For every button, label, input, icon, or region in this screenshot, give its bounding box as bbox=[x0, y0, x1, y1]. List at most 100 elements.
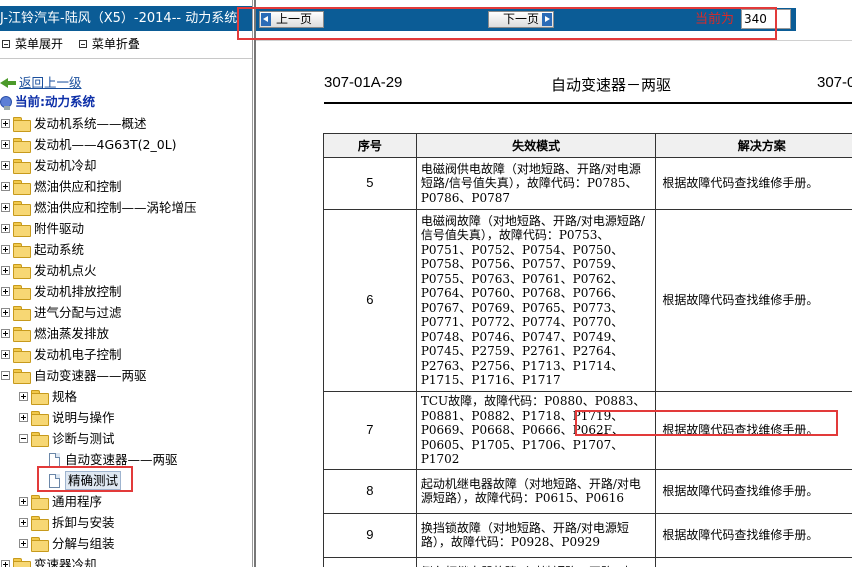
tree-item-label: 发动机点火 bbox=[34, 263, 97, 278]
next-page-label: 下一页 bbox=[503, 12, 540, 26]
current-page-label: 当前为 bbox=[695, 12, 735, 27]
table-row: 8 起动机继电器故障（对地短路、开路/对电源短路），故障代码：P0615、P061… bbox=[323, 468, 852, 514]
folder-icon bbox=[31, 432, 49, 447]
back-link-row[interactable]: 返回上一级 bbox=[0, 72, 82, 93]
expand-plus-icon[interactable] bbox=[1, 119, 10, 128]
page-toolbar: 上一页 下一页 当前为 bbox=[256, 8, 852, 31]
tree-item[interactable]: 发动机电子控制 bbox=[1, 344, 122, 365]
tree-item[interactable]: 自动变速器——两驱 bbox=[37, 449, 178, 470]
tree-item[interactable]: 规格 bbox=[19, 386, 77, 407]
arrow-left-icon bbox=[261, 13, 271, 26]
tree-item[interactable]: 燃油供应和控制 bbox=[1, 176, 122, 197]
tree-item-label: 分解与组装 bbox=[52, 536, 115, 551]
tree-item-label: 诊断与测试 bbox=[52, 431, 115, 446]
row-number: 7 bbox=[323, 391, 417, 470]
expand-menu-label: 菜单展开 bbox=[15, 37, 64, 51]
folder-icon bbox=[31, 516, 49, 531]
tree-item[interactable]: 发动机冷却 bbox=[1, 155, 97, 176]
page-number-input[interactable] bbox=[741, 9, 791, 29]
page-code-right: 307-0 bbox=[817, 74, 852, 91]
tree-item-label: 起动系统 bbox=[34, 242, 85, 257]
page-header: 307-01A-29 自动变速器－两驱 307-0 bbox=[324, 74, 852, 94]
tree-item[interactable]: 分解与组装 bbox=[19, 533, 115, 554]
tree-item[interactable]: 精确测试 bbox=[37, 470, 122, 491]
collapse-menu-button[interactable]: 菜单折叠 bbox=[77, 35, 140, 52]
failure-mode-cell: 起动机继电器故障（对地短路、开路/对电源短路），故障代码：P0615、P0616 bbox=[415, 468, 657, 514]
folder-icon bbox=[13, 327, 31, 342]
expand-plus-icon[interactable] bbox=[1, 287, 10, 296]
expand-plus-icon[interactable] bbox=[1, 140, 10, 149]
tree-item-label: 说明与操作 bbox=[52, 410, 115, 425]
tree-item-label: 燃油蒸发排放 bbox=[34, 326, 110, 341]
solution-cell: 根据故障代码查找维修手册。 bbox=[655, 468, 852, 514]
next-page-button[interactable]: 下一页 bbox=[488, 11, 554, 28]
previous-page-button[interactable]: 上一页 bbox=[259, 11, 324, 28]
tree-item[interactable]: 起动系统 bbox=[1, 239, 84, 260]
toolbar-blank-area bbox=[796, 8, 852, 31]
tree-item[interactable]: 附件驱动 bbox=[1, 218, 84, 239]
expand-plus-icon[interactable] bbox=[1, 161, 10, 170]
folder-icon bbox=[13, 138, 31, 153]
document-icon bbox=[49, 452, 60, 467]
tree-item-label: 发动机冷却 bbox=[34, 158, 97, 173]
expand-plus-icon[interactable] bbox=[1, 224, 10, 233]
row-number: 9 bbox=[323, 512, 417, 558]
folder-icon bbox=[13, 285, 31, 300]
collapse-minus-icon[interactable] bbox=[1, 371, 10, 380]
tree-item[interactable]: 诊断与测试 bbox=[19, 428, 115, 449]
tree-item-label: 精确测试 bbox=[65, 471, 122, 490]
row-number: 5 bbox=[323, 157, 417, 210]
table-row: 9 换挡锁故障（对地短路、开路/对电源短路），故障代码：P0928、P0929 根据… bbox=[323, 512, 852, 558]
table-row: 6 电磁阀故障（对地短路、开路/对电源短路/信号值失真），故障代码：P0753、P… bbox=[323, 209, 852, 392]
expand-plus-icon[interactable] bbox=[1, 560, 10, 567]
folder-icon bbox=[13, 306, 31, 321]
folder-icon bbox=[13, 264, 31, 279]
tree-item[interactable]: 拆卸与安装 bbox=[19, 512, 115, 533]
back-link[interactable]: 返回上一级 bbox=[19, 72, 82, 93]
expand-menu-button[interactable]: 菜单展开 bbox=[0, 35, 63, 52]
tree-item[interactable]: 发动机点火 bbox=[1, 260, 97, 281]
tree-item[interactable]: 发动机系统——概述 bbox=[1, 113, 147, 134]
folder-icon bbox=[13, 201, 31, 216]
expand-plus-icon[interactable] bbox=[19, 539, 28, 548]
tree-item-label: 规格 bbox=[52, 389, 78, 404]
tree-item[interactable]: 自动变速器——两驱 bbox=[1, 365, 147, 386]
expand-plus-icon[interactable] bbox=[1, 245, 10, 254]
failure-mode-cell: 电磁阀故障（对地短路、开路/对电源短路/信号值失真），故障代码：P0753、P0… bbox=[415, 209, 657, 392]
folder-icon bbox=[31, 537, 49, 552]
row-number: 6 bbox=[323, 209, 417, 392]
tree-item[interactable]: 发动机排放控制 bbox=[1, 281, 122, 302]
table-body: 5 电磁阀供电故障（对地短路、开路/对电源短路/信号值失真），故障代码：P0785… bbox=[323, 157, 852, 567]
expand-plus-icon[interactable] bbox=[19, 497, 28, 506]
tree-item-label: 变速器冷却 bbox=[34, 557, 97, 567]
collapse-menu-label: 菜单折叠 bbox=[91, 37, 140, 51]
tree-item[interactable]: 燃油蒸发排放 bbox=[1, 323, 109, 344]
tree-item[interactable]: 通用程序 bbox=[19, 491, 102, 512]
collapse-icon bbox=[78, 39, 87, 48]
tree-item[interactable]: 发动机——4G63T(2_0L) bbox=[1, 134, 177, 155]
column-header-number: 序号 bbox=[323, 133, 417, 158]
tree-item[interactable]: 说明与操作 bbox=[19, 407, 115, 428]
folder-icon bbox=[13, 180, 31, 195]
collapse-minus-icon[interactable] bbox=[19, 434, 28, 443]
expand-plus-icon[interactable] bbox=[19, 518, 28, 527]
expand-plus-icon[interactable] bbox=[1, 182, 10, 191]
expand-plus-icon[interactable] bbox=[1, 329, 10, 338]
expand-plus-icon[interactable] bbox=[1, 266, 10, 275]
failure-mode-cell: 倒车灯继电器故障（对地短路、开路/对 bbox=[415, 556, 657, 567]
tree-item[interactable]: 进气分配与过滤 bbox=[1, 302, 122, 323]
menu-divider bbox=[0, 58, 252, 59]
expand-plus-icon[interactable] bbox=[19, 413, 28, 422]
expand-plus-icon[interactable] bbox=[1, 203, 10, 212]
folder-icon bbox=[13, 222, 31, 237]
failure-mode-cell: TCU故障，故障代码：P0880、P0883、P0881、P0882、P1718… bbox=[415, 391, 657, 470]
solution-cell: 根据故障代码查找维修手册。 bbox=[655, 157, 852, 210]
expand-plus-icon[interactable] bbox=[19, 392, 28, 401]
expand-plus-icon[interactable] bbox=[1, 350, 10, 359]
tree-item[interactable]: 燃油供应和控制——涡轮增压 bbox=[1, 197, 197, 218]
tree-item-label: 通用程序 bbox=[52, 494, 103, 509]
document-viewer: 上一页 下一页 当前为 307-01A-29 自动变速器－两驱 307-0 序号… bbox=[254, 0, 852, 567]
expand-plus-icon[interactable] bbox=[1, 308, 10, 317]
menu-controls: 菜单展开 菜单折叠 bbox=[0, 35, 150, 53]
tree-item[interactable]: 变速器冷却 bbox=[1, 554, 97, 567]
